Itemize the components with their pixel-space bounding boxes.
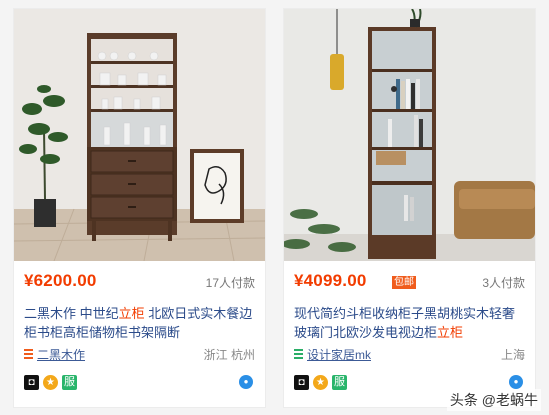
price: ¥4099.00 xyxy=(294,271,367,290)
shield-badge-icon[interactable]: ◘ xyxy=(24,375,39,390)
product-title[interactable]: 二黑木作 中世纪立柜 北欧日式实木餐边柜书柜高柜储物柜书架隔断 xyxy=(24,304,257,342)
shop-icon xyxy=(294,349,303,359)
shield-badge-icon[interactable]: ◘ xyxy=(294,375,309,390)
title-text: 现代简约斗柜收纳柜子黑胡桃实木轻奢玻璃门北欧沙发电视边柜 xyxy=(294,306,516,340)
price: ¥6200.00 xyxy=(24,271,97,290)
badge-row: ◘ ★ 服 xyxy=(294,375,351,391)
chat-icon[interactable]: ● xyxy=(239,375,253,389)
price-row: ¥4099.00 包邮 3人付款 xyxy=(294,271,525,293)
free-shipping-badge: 包邮 xyxy=(392,276,416,289)
badge-row: ◘ ★ 服 xyxy=(24,375,81,391)
product-card[interactable]: ¥6200.00 17人付款 二黑木作 中世纪立柜 北欧日式实木餐边柜书柜高柜储… xyxy=(13,8,266,408)
shop-row: 设计家居mk 上海 xyxy=(294,346,525,362)
price-row: ¥6200.00 17人付款 xyxy=(24,271,255,293)
sales-count: 3人付款 xyxy=(482,276,525,290)
gold-medal-icon[interactable]: ★ xyxy=(43,375,58,390)
service-badge-icon[interactable]: 服 xyxy=(62,375,77,390)
shop-icon xyxy=(24,349,33,359)
title-highlight: 立柜 xyxy=(437,325,464,340)
product-image[interactable] xyxy=(284,9,535,261)
product-card[interactable]: ¥4099.00 包邮 3人付款 现代简约斗柜收纳柜子黑胡桃实木轻奢玻璃门北欧沙… xyxy=(283,8,536,408)
watermark: 头条 @老蜗牛 xyxy=(446,389,541,411)
title-highlight: 立柜 xyxy=(118,306,145,321)
product-title[interactable]: 现代简约斗柜收纳柜子黑胡桃实木轻奢玻璃门北欧沙发电视边柜立柜 xyxy=(294,304,527,342)
shop-name-link[interactable]: 二黑木作 xyxy=(37,346,85,363)
title-text: 二黑木作 中世纪 xyxy=(24,306,119,321)
service-badge-icon[interactable]: 服 xyxy=(332,375,347,390)
location: 浙江 杭州 xyxy=(203,348,255,362)
product-image[interactable] xyxy=(14,9,265,261)
location: 上海 xyxy=(500,348,525,362)
sales-count: 17人付款 xyxy=(205,276,255,290)
chat-icon[interactable]: ● xyxy=(509,375,523,389)
shop-row: 二黑木作 浙江 杭州 xyxy=(24,346,255,362)
gold-medal-icon[interactable]: ★ xyxy=(313,375,328,390)
shop-name-link[interactable]: 设计家居mk xyxy=(307,346,371,363)
